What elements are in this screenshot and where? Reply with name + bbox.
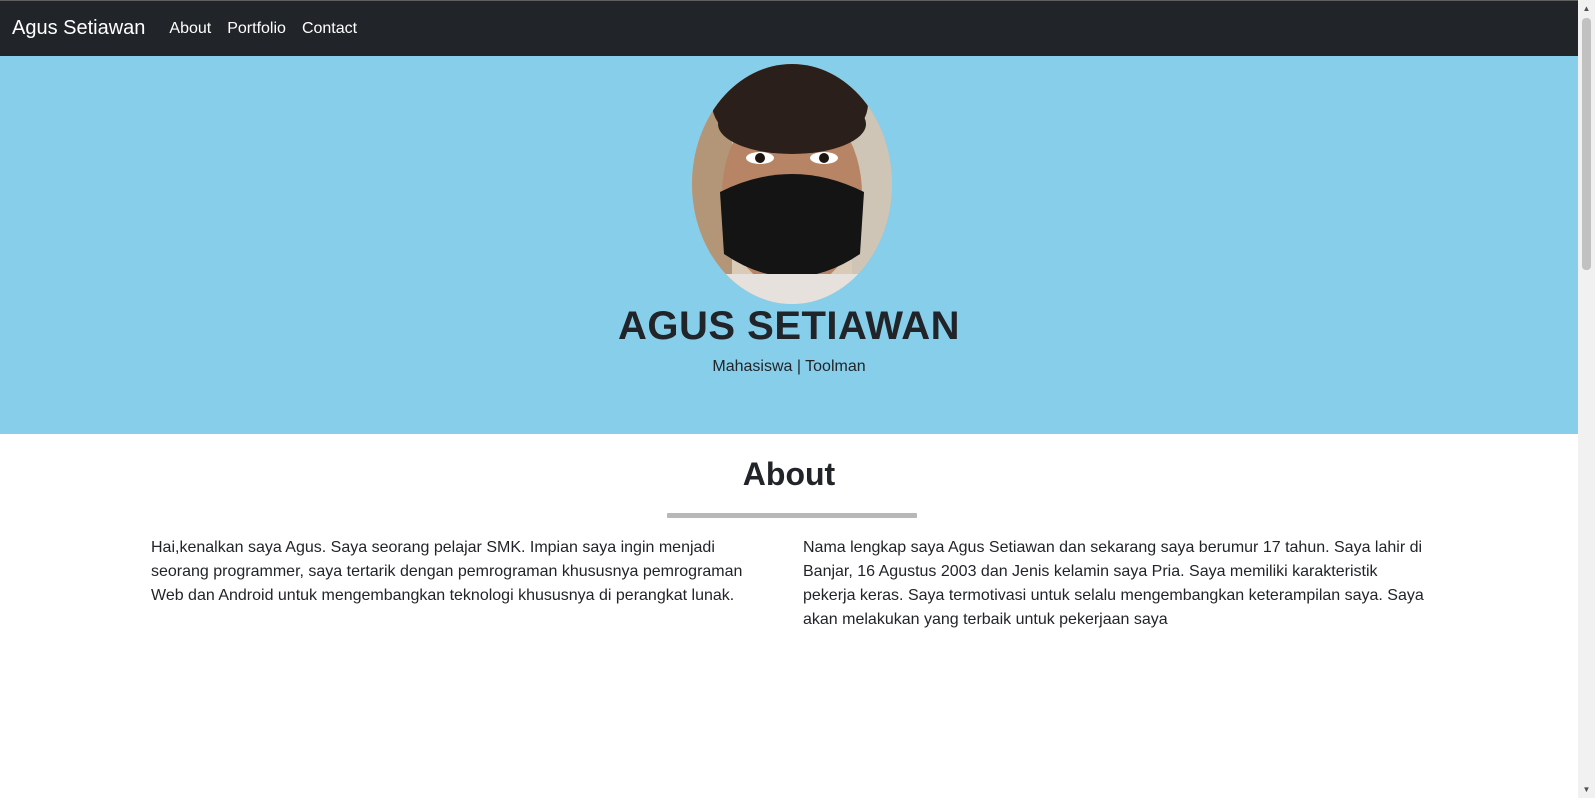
profile-photo-image [692, 64, 892, 304]
hero-name: AGUS SETIAWAN [617, 304, 961, 348]
navbar: Agus Setiawan About Portfolio Contact [0, 0, 1578, 56]
chevron-up-icon[interactable]: ▲ [1578, 0, 1595, 17]
nav-link-about[interactable]: About [169, 20, 211, 38]
hero-subtitle: Mahasiswa | Toolman [712, 358, 866, 375]
scrollbar-thumb[interactable] [1582, 18, 1591, 270]
about-text-right: Nama lengkap saya Agus Setiawan dan seka… [803, 539, 1424, 628]
nav-link-contact[interactable]: Contact [302, 20, 357, 38]
page: Agus Setiawan About Portfolio Contact AG… [0, 0, 1578, 798]
browser-viewport: Agus Setiawan About Portfolio Contact AG… [0, 0, 1595, 798]
navbar-brand[interactable]: Agus Setiawan [12, 17, 145, 40]
chevron-down-icon[interactable]: ▼ [1578, 781, 1595, 798]
about-text-left: Hai,kenalkan saya Agus. Saya seorang pel… [151, 539, 743, 604]
nav-link-portfolio[interactable]: Portfolio [227, 20, 286, 38]
hero-section: AGUS SETIAWAN Mahasiswa | Toolman [0, 56, 1578, 434]
about-title: About [742, 456, 836, 492]
about-divider [667, 513, 917, 518]
vertical-scrollbar[interactable]: ▲ ▼ [1578, 0, 1595, 798]
nav-links: About Portfolio Contact [169, 20, 373, 38]
profile-photo [692, 64, 892, 304]
about-section: About Hai,kenalkan saya Agus. Saya seora… [0, 434, 1578, 798]
